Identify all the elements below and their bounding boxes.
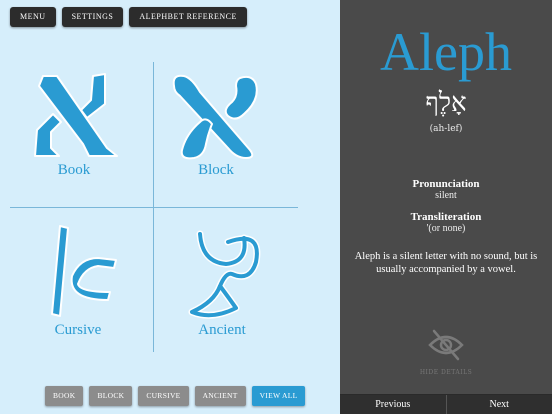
- letter-description: Aleph is a silent letter with no sound, …: [354, 251, 538, 275]
- filter-cursive-button[interactable]: CURSIVE: [138, 386, 189, 406]
- aleph-ancient-glyph: [188, 230, 261, 319]
- form-filter-bar: BOOK BLOCK CURSIVE ANCIENT VIEW ALL: [45, 386, 306, 406]
- aleph-block-glyph: [172, 74, 258, 160]
- settings-button[interactable]: SETTINGS: [61, 7, 124, 27]
- cursive-label: Cursive: [54, 322, 102, 338]
- alephbet-reference-button[interactable]: ALEPHBET REFERENCE: [129, 7, 247, 27]
- pronunciation-heading: Pronunciation: [412, 178, 480, 190]
- book-form[interactable]: Book: [4, 70, 144, 179]
- eye-slash-icon: [428, 329, 464, 361]
- transliteration-heading: Transliteration: [410, 211, 482, 223]
- aleph-cursive-glyph: [51, 225, 117, 317]
- ancient-label: Ancient: [198, 322, 246, 338]
- ancient-form[interactable]: Ancient: [152, 222, 292, 339]
- top-toolbar: MENU SETTINGS ALEPHBET REFERENCE: [10, 7, 247, 27]
- letter-pronunciation-hint: (ah-lef): [429, 124, 463, 134]
- menu-button[interactable]: MENU: [10, 7, 56, 27]
- filter-book-button[interactable]: BOOK: [45, 386, 84, 406]
- letter-navigation: Previous Next: [340, 394, 552, 414]
- previous-button[interactable]: Previous: [340, 395, 446, 414]
- book-label: Book: [57, 162, 91, 178]
- block-form[interactable]: Block: [146, 70, 286, 179]
- pronunciation-value: silent: [435, 190, 457, 201]
- filter-ancient-button[interactable]: ANCIENT: [194, 386, 246, 406]
- letter-hebrew-spelling: אָלֶף: [425, 88, 467, 118]
- letter-name: Aleph: [380, 22, 512, 82]
- filter-block-button[interactable]: BLOCK: [89, 386, 133, 406]
- transliteration-value: '(or none): [426, 223, 466, 234]
- cursive-form[interactable]: Cursive: [8, 222, 148, 339]
- grid-divider-horizontal: [10, 207, 298, 208]
- letter-details-panel: Aleph אָלֶף (ah-lef) Pronunciation silen…: [340, 0, 552, 414]
- block-label: Block: [198, 162, 234, 178]
- hide-details-label: HIDE DETAILS: [419, 369, 473, 376]
- hide-details-button[interactable]: HIDE DETAILS: [340, 327, 552, 376]
- aleph-book-glyph: [34, 73, 118, 157]
- letter-forms-panel: MENU SETTINGS ALEPHBET REFERENCE Book Bl…: [0, 0, 340, 414]
- next-button[interactable]: Next: [445, 395, 552, 414]
- filter-view-all-button[interactable]: VIEW ALL: [251, 386, 306, 406]
